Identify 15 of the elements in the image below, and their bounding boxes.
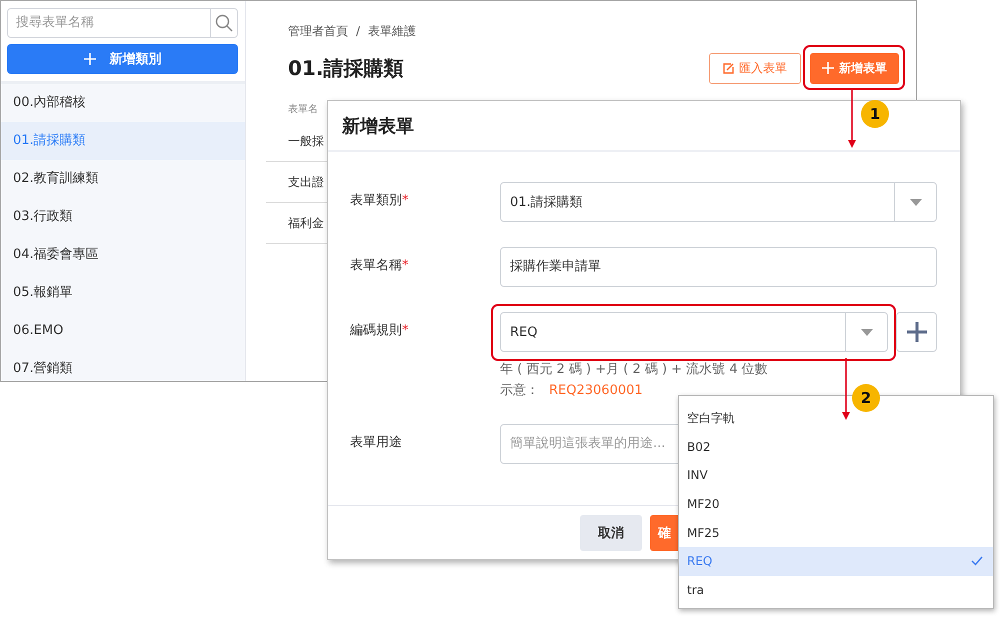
breadcrumb-current: 表單維護 — [368, 23, 416, 39]
table-cell: 福利金 — [288, 216, 324, 230]
page-title: 01.請採購類 — [288, 54, 404, 82]
table-cell: 一般採 — [288, 134, 324, 148]
field-label: 編碼規則* — [350, 322, 410, 340]
field-label: 表單用途 — [350, 434, 403, 452]
hint-text: 年 ( 西元 2 碼 ) +月 ( 2 碼 ) + 流水號 4 位數 — [500, 361, 769, 379]
dialog-title: 新增表單 — [342, 114, 414, 138]
field-label: 表單類別* — [350, 192, 410, 210]
table-cell: 支出證 — [288, 175, 324, 189]
field-label: 表單名稱* — [350, 257, 410, 275]
breadcrumb-separator: / — [356, 23, 360, 39]
column-header: 表單名 — [288, 104, 318, 115]
example-label: 示意： — [500, 382, 539, 400]
example-value: REQ23060001 — [549, 382, 643, 400]
